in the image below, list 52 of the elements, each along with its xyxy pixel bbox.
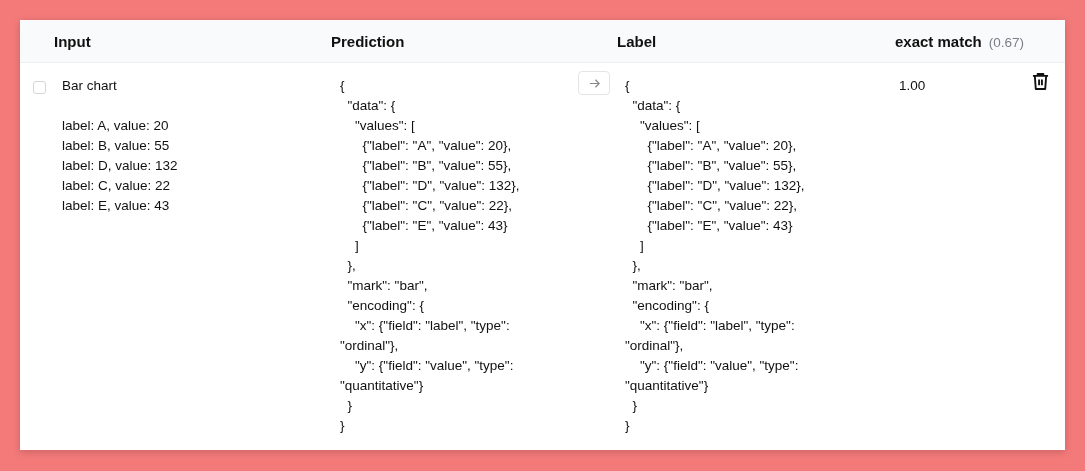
code-line: "values": [ — [354, 117, 416, 135]
code-line: "encoding": { — [631, 297, 710, 315]
code-line: "x": {"field": "label", "type": — [639, 317, 796, 335]
code-line: { — [340, 77, 346, 95]
column-header: Input — [54, 32, 91, 50]
score-value: 1.00 — [899, 77, 926, 95]
input-line: label: A, value: 20 — [62, 117, 170, 135]
code-line: "mark": "bar", — [346, 277, 429, 295]
copy-to-label-button[interactable] — [578, 71, 610, 95]
code-line: "data": { — [346, 97, 397, 115]
code-line: { — [625, 77, 631, 95]
code-line: "encoding": { — [346, 297, 425, 315]
code-line: {"label": "D", "value": 132}, — [361, 177, 520, 195]
code-line: {"label": "E", "value": 43} — [646, 217, 794, 235]
code-line: {"label": "B", "value": 55}, — [646, 157, 798, 175]
code-line: {"label": "C", "value": 22}, — [361, 197, 514, 215]
code-line: "y": {"field": "value", "type": — [354, 357, 515, 375]
input-line: label: B, value: 55 — [62, 137, 171, 155]
code-line: {"label": "A", "value": 20}, — [361, 137, 513, 155]
input-line: label: D, value: 132 — [62, 157, 178, 175]
code-line: "x": {"field": "label", "type": — [354, 317, 511, 335]
code-line: } — [631, 397, 638, 415]
code-line: {"label": "E", "value": 43} — [361, 217, 509, 235]
delete-button[interactable] — [1032, 72, 1049, 91]
code-line: } — [625, 417, 631, 435]
code-line: {"label": "D", "value": 132}, — [646, 177, 806, 195]
code-line: ] — [639, 237, 645, 255]
code-line: {"label": "C", "value": 22}, — [646, 197, 799, 215]
code-line: "values": [ — [639, 117, 701, 135]
code-line: "ordinal"}, — [340, 337, 400, 355]
code-line: "quantitative"} — [340, 377, 425, 395]
code-line: "ordinal"}, — [625, 337, 685, 355]
code-line: }, — [631, 257, 642, 275]
input-line: label: C, value: 22 — [62, 177, 172, 195]
code-line: "y": {"field": "value", "type": — [639, 357, 800, 375]
input-line: label: E, value: 43 — [62, 197, 171, 215]
code-line: "mark": "bar", — [631, 277, 714, 295]
column-header: exact match — [895, 32, 982, 50]
row-checkbox[interactable] — [33, 81, 46, 94]
code-line: }, — [346, 257, 357, 275]
code-line: {"label": "A", "value": 20}, — [646, 137, 798, 155]
code-line: {"label": "B", "value": 55}, — [361, 157, 513, 175]
column-header: Prediction — [331, 32, 405, 50]
column-header: Label — [617, 32, 657, 50]
code-line: } — [340, 417, 346, 435]
code-line: ] — [354, 237, 360, 255]
trash-icon — [1032, 72, 1049, 91]
input-title: Bar chart — [62, 77, 118, 95]
code-line: "quantitative"} — [625, 377, 710, 395]
metric-value: (0.67) — [988, 34, 1024, 50]
code-line: } — [346, 397, 353, 415]
code-line: "data": { — [631, 97, 682, 115]
